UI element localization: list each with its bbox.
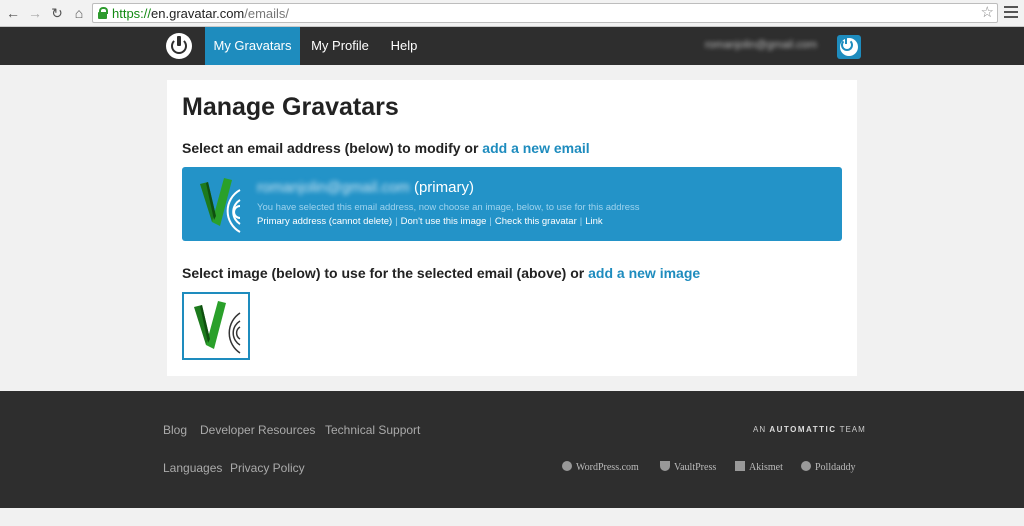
dont-use-image-link[interactable]: Don't use this image (401, 216, 487, 227)
select-email-text: Select an email address (below) to modif… (182, 140, 479, 156)
email-hint-text: You have selected this email address, no… (257, 202, 640, 213)
email-actions: Primary address (cannot delete) | Don't us… (257, 216, 603, 227)
footer-link-blog[interactable]: Blog (163, 423, 187, 437)
select-image-text: Select image (below) to use for the sele… (182, 265, 585, 281)
brand-polldaddy-label: Polldaddy (815, 462, 856, 473)
nav-my-gravatars[interactable]: My Gravatars (205, 27, 300, 65)
brand-polldaddy[interactable]: Polldaddy (801, 461, 856, 473)
gravatar-logo-icon[interactable] (166, 33, 192, 59)
primary-address-label: Primary address (cannot delete) (257, 216, 393, 227)
browser-toolbar: ← → ↻ ⌂ https://en.gravatar.com/emails/ … (0, 0, 1024, 27)
check-gravatar-link[interactable]: Check this gravatar (495, 216, 577, 227)
email-avatar-image (200, 178, 241, 233)
site-header: My Gravatars My Profile Help romanjolin@… (0, 27, 1024, 65)
primary-label: (primary) (413, 179, 474, 196)
forward-arrow-icon[interactable]: → (27, 5, 43, 21)
page-title: Manage Gravatars (182, 93, 399, 121)
automattic-team-logo[interactable]: AN AUTOMATTIC TEAM (753, 425, 866, 434)
brand-vaultpress-label: VaultPress (674, 462, 717, 473)
back-arrow-icon[interactable]: ← (5, 5, 21, 21)
footer-link-developer-resources[interactable]: Developer Resources (200, 423, 315, 437)
automattic-prefix: AN (753, 425, 767, 434)
brand-wordpress[interactable]: WordPress.com (562, 461, 639, 473)
brand-akismet-label: Akismet (749, 462, 783, 473)
address-bar[interactable]: https://en.gravatar.com/emails/ ☆ (92, 3, 998, 23)
footer-link-languages[interactable]: Languages (163, 461, 222, 475)
brand-vaultpress[interactable]: VaultPress (660, 461, 716, 473)
url-text: https://en.gravatar.com/emails/ (112, 6, 289, 21)
footer-link-technical-support[interactable]: Technical Support (325, 423, 420, 437)
lock-icon (98, 7, 108, 19)
user-email[interactable]: romanjolin@gmail.com (705, 39, 817, 51)
email-link-link[interactable]: Link (585, 216, 602, 227)
manage-gravatars-card: Manage Gravatars Select an email address… (167, 80, 857, 376)
url-host: en.gravatar.com (151, 6, 245, 21)
home-icon[interactable]: ⌂ (71, 5, 87, 21)
nav-help[interactable]: Help (383, 27, 425, 65)
gravatar-image (194, 301, 241, 354)
select-image-heading: Select image (below) to use for the sele… (182, 265, 700, 281)
automattic-name: AUTOMATTIC (769, 425, 837, 434)
akismet-icon (735, 461, 745, 471)
browser-menu-icon[interactable] (1004, 6, 1018, 20)
polldaddy-icon (801, 461, 811, 471)
email-address: romanjolin@gmail.com (257, 179, 410, 196)
nav-my-profile[interactable]: My Profile (304, 27, 376, 65)
bookmark-star-icon[interactable]: ☆ (981, 4, 994, 22)
brand-wordpress-label: WordPress.com (576, 462, 639, 473)
vaultpress-icon (660, 461, 670, 471)
wordpress-icon (562, 461, 572, 471)
user-avatar-icon[interactable] (837, 35, 861, 59)
automattic-suffix: TEAM (839, 425, 866, 434)
reload-icon[interactable]: ↻ (49, 5, 65, 21)
page-bottom (0, 508, 1024, 526)
gravatar-image-thumbnail[interactable] (182, 292, 250, 360)
brand-akismet[interactable]: Akismet (735, 461, 783, 473)
url-scheme: https:// (112, 6, 152, 21)
email-entry-selected[interactable]: romanjolin@gmail.com (primary) You have … (182, 167, 842, 241)
site-footer: Blog Developer Resources Technical Suppo… (0, 391, 1024, 508)
select-email-heading: Select an email address (below) to modif… (182, 140, 590, 156)
email-address-line: romanjolin@gmail.com (primary) (257, 179, 474, 196)
url-path: /emails/ (244, 6, 290, 21)
footer-link-privacy-policy[interactable]: Privacy Policy (230, 461, 305, 475)
add-email-link[interactable]: add a new email (482, 140, 589, 156)
add-image-link[interactable]: add a new image (588, 265, 700, 281)
